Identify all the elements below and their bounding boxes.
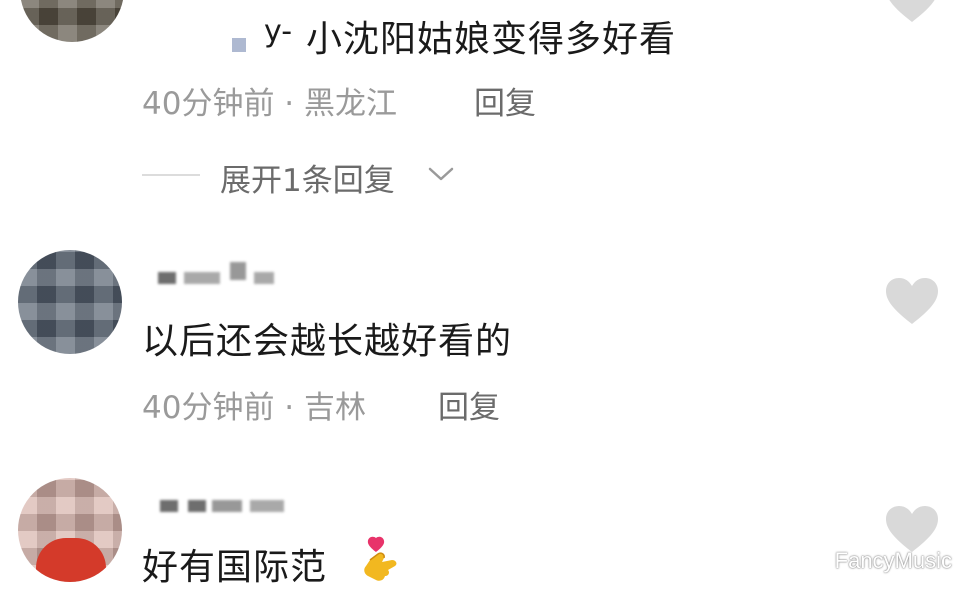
chevron-down-icon [428, 167, 454, 181]
username-blurred[interactable] [158, 262, 288, 286]
avatar[interactable] [18, 478, 122, 582]
expand-replies-label: 展开1条回复 [220, 163, 395, 199]
heart-icon[interactable] [884, 504, 940, 554]
avatar[interactable] [18, 250, 122, 354]
comment-item: 好有国际范 [0, 460, 964, 588]
comment-item: y- 小沈阳姑娘变得多好看 40分钟前 · 黑龙江 回复 展开1条回复 [0, 0, 964, 220]
heart-icon[interactable] [884, 0, 940, 24]
comment-text: 好有国际范 [142, 547, 328, 588]
reply-button[interactable]: 回复 [474, 78, 536, 123]
comment-text: 小沈阳姑娘变得多好看 [306, 19, 677, 60]
avatar[interactable] [20, 0, 124, 42]
heart-icon[interactable] [884, 276, 940, 326]
divider [142, 174, 200, 176]
comment-meta: 40分钟前 · 吉林 [142, 390, 367, 426]
comment-item: 以后还会越长越好看的 40分钟前 · 吉林 回复 [0, 220, 964, 460]
username-tail[interactable]: y- [264, 14, 292, 49]
reply-button[interactable]: 回复 [438, 382, 500, 427]
username-blurred[interactable] [232, 38, 246, 52]
comment-text: 以后还会越长越好看的 [142, 321, 513, 362]
comment-meta: 40分钟前 · 黑龙江 [142, 86, 398, 122]
watermark: FancyMusic [834, 548, 952, 573]
finger-heart-emoji [364, 536, 397, 581]
username-blurred[interactable] [160, 500, 290, 514]
